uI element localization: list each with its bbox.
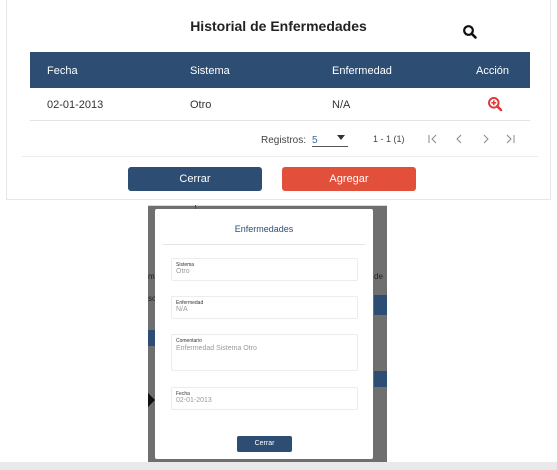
divider xyxy=(22,156,538,157)
modal-close-button[interactable]: Cerrar xyxy=(237,436,292,452)
search-icon[interactable] xyxy=(462,24,478,40)
cell-enfermedad: N/A xyxy=(332,99,351,111)
next-page-icon[interactable] xyxy=(480,132,492,146)
column-header-sistema[interactable]: Sistema xyxy=(190,65,230,77)
background-button xyxy=(374,371,387,387)
column-header-enfermedad[interactable]: Enfermedad xyxy=(332,65,392,77)
bottom-strip xyxy=(0,462,557,470)
column-header-accion: Acción xyxy=(476,65,510,77)
zoom-in-icon[interactable] xyxy=(487,96,503,112)
modal-divider xyxy=(163,244,365,245)
field-value: Enfermedad Sistema Otro xyxy=(176,345,257,352)
field-value: N/A xyxy=(176,306,188,313)
fecha-field[interactable]: Fecha 02-01-2013 xyxy=(171,387,358,410)
background-header xyxy=(374,295,387,315)
field-value: 02-01-2013 xyxy=(176,397,212,404)
modal-title: Enfermedades xyxy=(234,224,294,234)
background-text: de xyxy=(374,272,383,281)
chevron-down-icon[interactable] xyxy=(337,135,345,140)
sistema-field[interactable]: Sistema Otro xyxy=(171,258,358,281)
pagination: Registros: 5 1 - 1 (1) xyxy=(30,128,530,150)
page-range: 1 - 1 (1) xyxy=(373,134,405,144)
first-page-icon[interactable] xyxy=(427,132,439,146)
table-row: 02-01-2013 Otro N/A xyxy=(30,88,530,121)
last-page-icon[interactable] xyxy=(504,132,516,146)
close-button[interactable]: Cerrar xyxy=(128,167,262,191)
column-header-fecha[interactable]: Fecha xyxy=(47,65,78,77)
field-value: Otro xyxy=(176,268,190,275)
table-header: Fecha Sistema Enfermedad Acción xyxy=(30,52,530,88)
diseases-modal: Enfermedades Sistema Otro Enfermedad N/A… xyxy=(155,209,373,459)
cell-sistema: Otro xyxy=(190,99,212,111)
disease-history-panel: Historial de Enfermedades Fecha Sistema … xyxy=(6,0,551,200)
comentario-field[interactable]: Comentario Enfermedad Sistema Otro xyxy=(171,334,358,371)
background-border xyxy=(148,205,387,206)
page-size-label: Registros: xyxy=(261,135,307,146)
prev-page-icon[interactable] xyxy=(453,132,465,146)
field-label: Comentario xyxy=(176,338,202,344)
enfermedad-field[interactable]: Enfermedad N/A xyxy=(171,296,358,319)
background-arrow xyxy=(148,393,155,407)
cell-fecha: 02-01-2013 xyxy=(47,99,104,111)
add-button[interactable]: Agregar xyxy=(282,167,416,191)
